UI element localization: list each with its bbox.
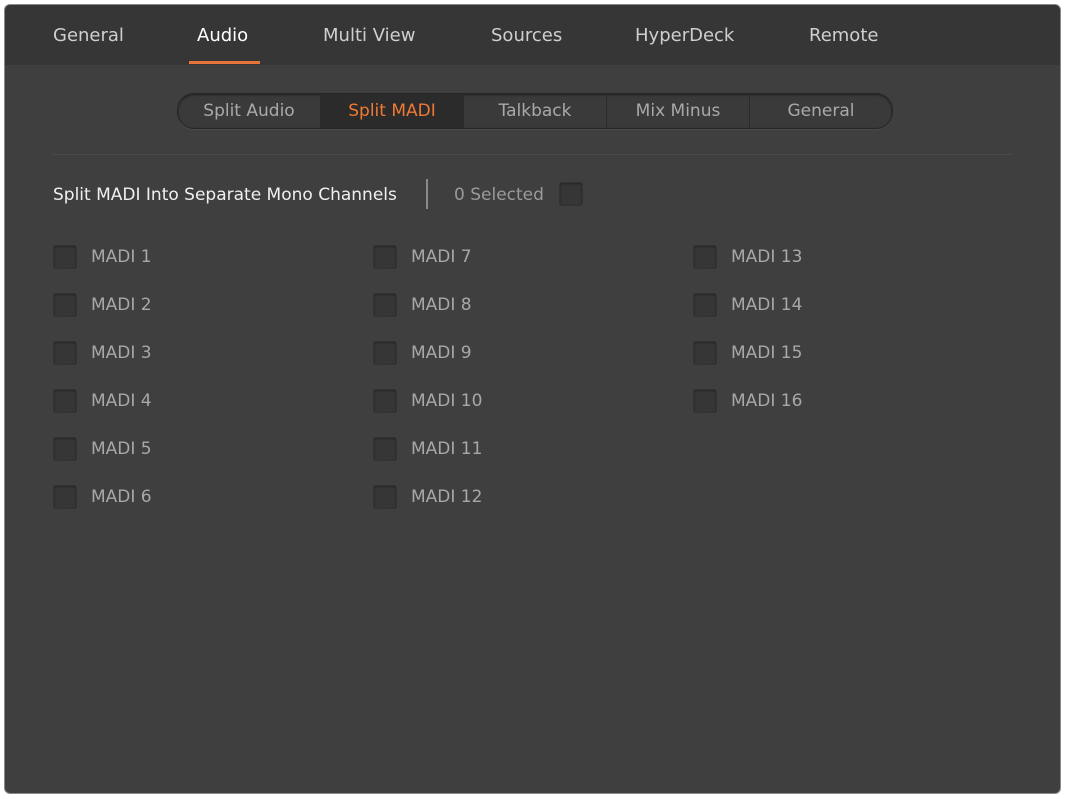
settings-window: General Audio Multi View Sources HyperDe… xyxy=(4,4,1061,794)
madi-10-checkbox[interactable] xyxy=(373,389,397,413)
madi-13-option[interactable]: MADI 13 xyxy=(693,244,802,270)
madi-7-option[interactable]: MADI 7 xyxy=(373,244,472,270)
madi-8-option[interactable]: MADI 8 xyxy=(373,292,472,318)
madi-1-checkbox[interactable] xyxy=(53,245,77,269)
tab-general[interactable]: General xyxy=(53,25,124,46)
subtab-general[interactable]: General xyxy=(749,94,892,128)
madi-3-label: MADI 3 xyxy=(91,343,152,363)
selected-count: 0 Selected xyxy=(454,185,544,205)
subtab-split-madi[interactable]: Split MADI xyxy=(320,94,463,128)
subtab-split-audio[interactable]: Split Audio xyxy=(178,94,320,128)
madi-12-label: MADI 12 xyxy=(411,487,483,507)
madi-7-label: MADI 7 xyxy=(411,247,472,267)
madi-14-option[interactable]: MADI 14 xyxy=(693,292,802,318)
active-tab-indicator xyxy=(189,61,260,64)
madi-15-checkbox[interactable] xyxy=(693,341,717,365)
subtab-talkback[interactable]: Talkback xyxy=(463,94,606,128)
madi-12-checkbox[interactable] xyxy=(373,485,397,509)
madi-11-checkbox[interactable] xyxy=(373,437,397,461)
madi-2-label: MADI 2 xyxy=(91,295,152,315)
madi-9-label: MADI 9 xyxy=(411,343,472,363)
madi-16-checkbox[interactable] xyxy=(693,389,717,413)
tab-multi-view[interactable]: Multi View xyxy=(323,25,415,46)
madi-14-label: MADI 14 xyxy=(731,295,803,315)
madi-8-label: MADI 8 xyxy=(411,295,472,315)
madi-11-label: MADI 11 xyxy=(411,439,483,459)
madi-10-option[interactable]: MADI 10 xyxy=(373,388,482,414)
madi-8-checkbox[interactable] xyxy=(373,293,397,317)
madi-6-label: MADI 6 xyxy=(91,487,152,507)
madi-4-label: MADI 4 xyxy=(91,391,152,411)
madi-9-option[interactable]: MADI 9 xyxy=(373,340,472,366)
madi-7-checkbox[interactable] xyxy=(373,245,397,269)
tab-remote[interactable]: Remote xyxy=(809,25,878,46)
heading-separator xyxy=(426,179,428,209)
madi-1-option[interactable]: MADI 1 xyxy=(53,244,152,270)
subtab-mix-minus[interactable]: Mix Minus xyxy=(606,94,749,128)
madi-4-checkbox[interactable] xyxy=(53,389,77,413)
madi-10-label: MADI 10 xyxy=(411,391,483,411)
madi-9-checkbox[interactable] xyxy=(373,341,397,365)
madi-12-option[interactable]: MADI 12 xyxy=(373,484,482,510)
madi-4-option[interactable]: MADI 4 xyxy=(53,388,152,414)
section-heading: Split MADI Into Separate Mono Channels xyxy=(53,185,397,205)
madi-3-option[interactable]: MADI 3 xyxy=(53,340,152,366)
tab-sources[interactable]: Sources xyxy=(491,25,562,46)
madi-11-option[interactable]: MADI 11 xyxy=(373,436,482,462)
madi-5-label: MADI 5 xyxy=(91,439,152,459)
madi-14-checkbox[interactable] xyxy=(693,293,717,317)
top-tab-bar: General Audio Multi View Sources HyperDe… xyxy=(5,5,1060,65)
audio-sub-tabs: Split Audio Split MADI Talkback Mix Minu… xyxy=(177,93,893,129)
madi-5-checkbox[interactable] xyxy=(53,437,77,461)
section-divider xyxy=(53,154,1013,155)
madi-15-label: MADI 15 xyxy=(731,343,803,363)
madi-6-checkbox[interactable] xyxy=(53,485,77,509)
madi-5-option[interactable]: MADI 5 xyxy=(53,436,152,462)
madi-13-checkbox[interactable] xyxy=(693,245,717,269)
madi-16-option[interactable]: MADI 16 xyxy=(693,388,802,414)
select-all-checkbox[interactable] xyxy=(559,182,583,206)
madi-1-label: MADI 1 xyxy=(91,247,152,267)
madi-6-option[interactable]: MADI 6 xyxy=(53,484,152,510)
madi-2-checkbox[interactable] xyxy=(53,293,77,317)
madi-3-checkbox[interactable] xyxy=(53,341,77,365)
tab-hyperdeck[interactable]: HyperDeck xyxy=(635,25,734,46)
madi-16-label: MADI 16 xyxy=(731,391,803,411)
madi-13-label: MADI 13 xyxy=(731,247,803,267)
madi-15-option[interactable]: MADI 15 xyxy=(693,340,802,366)
tab-audio[interactable]: Audio xyxy=(197,25,248,46)
madi-2-option[interactable]: MADI 2 xyxy=(53,292,152,318)
